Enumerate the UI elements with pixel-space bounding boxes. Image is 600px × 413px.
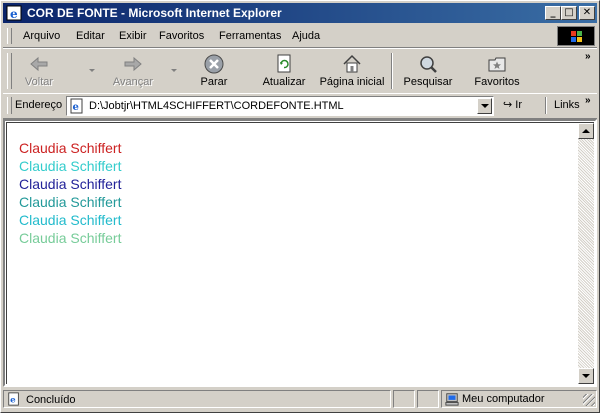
address-url: D:\Jobtjr\HTML4SCHIFFERT\CORDEFONTE.HTML xyxy=(89,100,344,112)
toolbar-grip[interactable] xyxy=(7,53,12,89)
status-pane-progress xyxy=(393,390,415,408)
page-content-frame: Claudia Schiffert Claudia Schiffert Clau… xyxy=(3,119,597,387)
status-text: Concluído xyxy=(26,394,76,406)
forward-dropdown-icon[interactable] xyxy=(171,69,177,72)
back-button[interactable]: Voltar xyxy=(15,51,63,91)
links-chevron-icon[interactable]: » xyxy=(585,95,591,106)
links-label: Links xyxy=(554,99,580,111)
menu-editar[interactable]: Editar xyxy=(76,30,105,42)
standard-toolbar: Voltar Avançar Parar Atualizar Página in… xyxy=(3,48,597,94)
colored-text-line: Claudia Schiffert xyxy=(19,140,122,156)
stop-label: Parar xyxy=(200,76,228,88)
address-grip[interactable] xyxy=(7,97,12,114)
maximize-icon: □ xyxy=(564,7,574,18)
forward-button[interactable]: Avançar xyxy=(103,51,163,91)
search-label: Pesquisar xyxy=(403,76,453,88)
go-arrow-icon: ↪ xyxy=(503,99,513,111)
favorites-label: Favoritos xyxy=(474,76,520,88)
menu-arquivo[interactable]: Arquivo xyxy=(23,30,60,42)
computer-icon xyxy=(445,393,459,406)
maximize-button[interactable]: □ xyxy=(561,6,577,20)
menu-ajuda[interactable]: Ajuda xyxy=(292,30,320,42)
close-button[interactable]: ✕ xyxy=(579,6,595,20)
toolbar-chevron-icon[interactable]: » xyxy=(585,51,591,62)
colored-text-line: Claudia Schiffert xyxy=(19,194,122,210)
ie-page-icon: e xyxy=(8,392,19,406)
svg-text:e: e xyxy=(73,102,79,113)
colored-text-line: Claudia Schiffert xyxy=(19,158,122,174)
back-dropdown-icon[interactable] xyxy=(89,69,95,72)
browser-window: e COR DE FONTE - Microsoft Internet Expl… xyxy=(0,0,600,413)
svg-text:e: e xyxy=(10,396,16,406)
scroll-down-button[interactable] xyxy=(578,368,594,384)
home-label: Página inicial xyxy=(319,76,385,88)
search-icon xyxy=(420,56,437,73)
menu-favoritos[interactable]: Favoritos xyxy=(159,30,204,42)
stop-icon xyxy=(204,54,224,74)
menu-bar: Arquivo Editar Exibir Favoritos Ferramen… xyxy=(3,25,597,48)
colored-text-line: Claudia Schiffert xyxy=(19,230,122,246)
menu-grip[interactable] xyxy=(7,28,12,44)
go-button[interactable]: ↪ Ir xyxy=(503,98,522,111)
favorites-folder-icon xyxy=(488,57,506,72)
forward-arrow-icon xyxy=(124,56,142,72)
links-button[interactable]: Links xyxy=(554,99,580,111)
home-button[interactable]: Página inicial xyxy=(319,51,385,91)
close-icon: ✕ xyxy=(582,7,592,18)
menu-ferramentas[interactable]: Ferramentas xyxy=(219,30,281,42)
title-bar[interactable]: e COR DE FONTE - Microsoft Internet Expl… xyxy=(3,3,597,23)
status-pane-offline xyxy=(417,390,439,408)
colored-text-line: Claudia Schiffert xyxy=(19,176,122,192)
refresh-button[interactable]: Atualizar xyxy=(255,51,313,91)
ie-logo-icon: e xyxy=(6,5,22,21)
back-arrow-icon xyxy=(30,56,48,72)
refresh-label: Atualizar xyxy=(262,76,306,88)
colored-text-line: Claudia Schiffert xyxy=(19,212,122,228)
address-bar: Endereço e D:\Jobtjr\HTML4SCHIFFERT\CORD… xyxy=(3,93,597,119)
go-label: Ir xyxy=(515,99,523,111)
menu-exibir[interactable]: Exibir xyxy=(119,30,147,42)
refresh-icon xyxy=(277,54,291,73)
minimize-button[interactable]: _ xyxy=(545,6,561,20)
status-pane: e Concluído xyxy=(3,390,391,408)
status-bar: e Concluído Meu computador xyxy=(3,389,597,409)
forward-label: Avançar xyxy=(112,76,154,88)
address-dropdown-button[interactable] xyxy=(477,98,492,114)
windows-flag-icon xyxy=(571,31,583,42)
resize-grip-icon[interactable] xyxy=(583,394,595,406)
address-label: Endereço xyxy=(15,99,63,111)
windows-logo xyxy=(557,26,595,46)
page-body: Claudia Schiffert Claudia Schiffert Clau… xyxy=(7,123,578,384)
window-title: COR DE FONTE - Microsoft Internet Explor… xyxy=(27,6,282,20)
zone-text: Meu computador xyxy=(462,393,545,405)
svg-text:e: e xyxy=(10,7,18,21)
stop-button[interactable]: Parar xyxy=(189,51,239,91)
vertical-scrollbar[interactable] xyxy=(578,123,594,384)
links-separator xyxy=(545,97,547,114)
toolbar-separator xyxy=(391,53,393,89)
address-input[interactable]: e D:\Jobtjr\HTML4SCHIFFERT\CORDEFONTE.HT… xyxy=(66,96,494,116)
minimize-icon: _ xyxy=(550,7,556,18)
home-icon xyxy=(343,54,361,73)
back-label: Voltar xyxy=(24,76,54,88)
zone-pane: Meu computador xyxy=(441,390,597,408)
scroll-up-button[interactable] xyxy=(578,123,594,139)
page-icon: e xyxy=(70,98,83,114)
search-button[interactable]: Pesquisar xyxy=(399,51,457,91)
favorites-button[interactable]: Favoritos xyxy=(467,51,527,91)
page-viewport: Claudia Schiffert Claudia Schiffert Clau… xyxy=(6,122,594,384)
